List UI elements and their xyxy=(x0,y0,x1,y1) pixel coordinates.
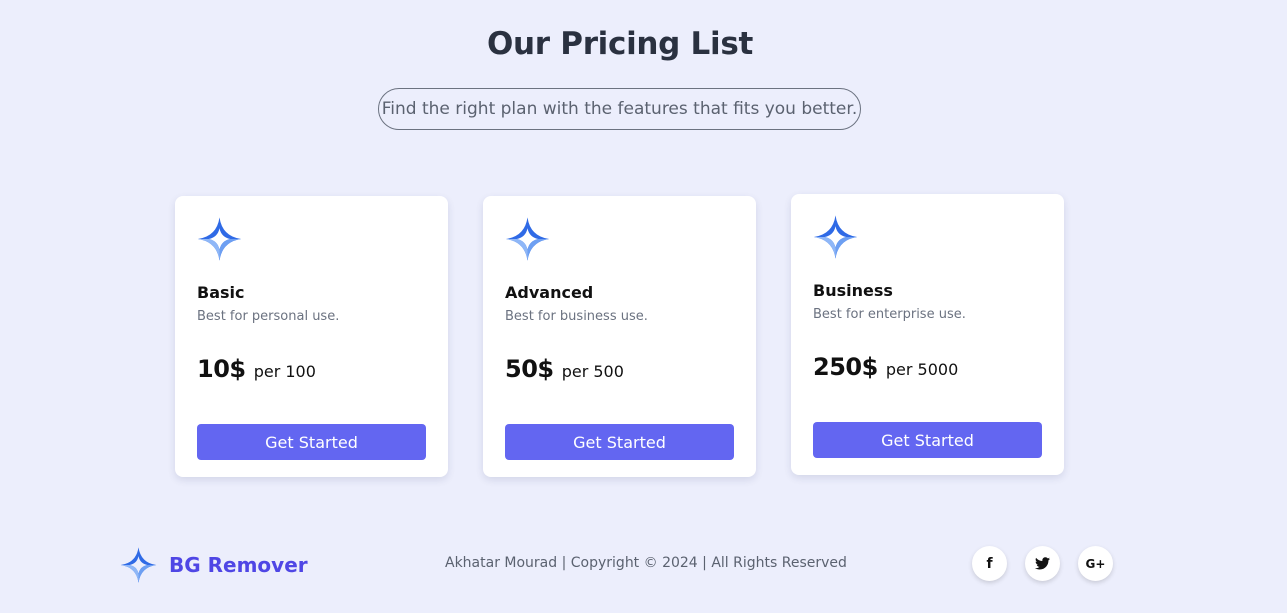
google-plus-button[interactable]: G+ xyxy=(1078,546,1113,581)
plan-description: Best for personal use. xyxy=(197,309,340,324)
facebook-icon: f xyxy=(986,555,993,572)
price-row: 50$ per 500 xyxy=(505,355,624,383)
facebook-button[interactable]: f xyxy=(972,546,1007,581)
sparkle-logo-icon xyxy=(120,546,157,584)
plan-name: Basic xyxy=(197,283,245,302)
pricing-card-basic: Basic Best for personal use. 10$ per 100… xyxy=(175,196,448,477)
get-started-button-basic[interactable]: Get Started xyxy=(197,424,426,460)
get-started-button-advanced[interactable]: Get Started xyxy=(505,424,734,460)
get-started-button-business[interactable]: Get Started xyxy=(813,422,1042,458)
brand-name: BG Remover xyxy=(169,553,308,577)
pricing-card-advanced: Advanced Best for business use. 50$ per … xyxy=(483,196,756,477)
plan-quota: per 100 xyxy=(253,362,316,381)
plan-price: 250$ xyxy=(813,353,878,381)
plan-name: Business xyxy=(813,281,893,300)
twitter-icon xyxy=(1035,557,1050,570)
sparkle-logo-icon xyxy=(813,214,858,260)
sparkle-logo-icon xyxy=(505,216,550,262)
plan-price: 10$ xyxy=(197,355,246,383)
twitter-button[interactable] xyxy=(1025,546,1060,581)
price-row: 250$ per 5000 xyxy=(813,353,958,381)
sparkle-logo-icon xyxy=(197,216,242,262)
plan-description: Best for enterprise use. xyxy=(813,307,966,322)
plan-description: Best for business use. xyxy=(505,309,648,324)
google-plus-icon: G+ xyxy=(1085,556,1106,571)
page-subtitle: Find the right plan with the features th… xyxy=(378,88,861,130)
footer-brand[interactable]: BG Remover xyxy=(120,546,308,584)
price-row: 10$ per 100 xyxy=(197,355,316,383)
pricing-card-business: Business Best for enterprise use. 250$ p… xyxy=(791,194,1064,475)
plan-quota: per 500 xyxy=(561,362,624,381)
page-title: Our Pricing List xyxy=(486,26,754,62)
plan-name: Advanced xyxy=(505,283,594,302)
copyright-text: Akhatar Mourad | Copyright © 2024 | All … xyxy=(445,555,847,571)
plan-quota: per 5000 xyxy=(885,360,959,379)
plan-price: 50$ xyxy=(505,355,554,383)
